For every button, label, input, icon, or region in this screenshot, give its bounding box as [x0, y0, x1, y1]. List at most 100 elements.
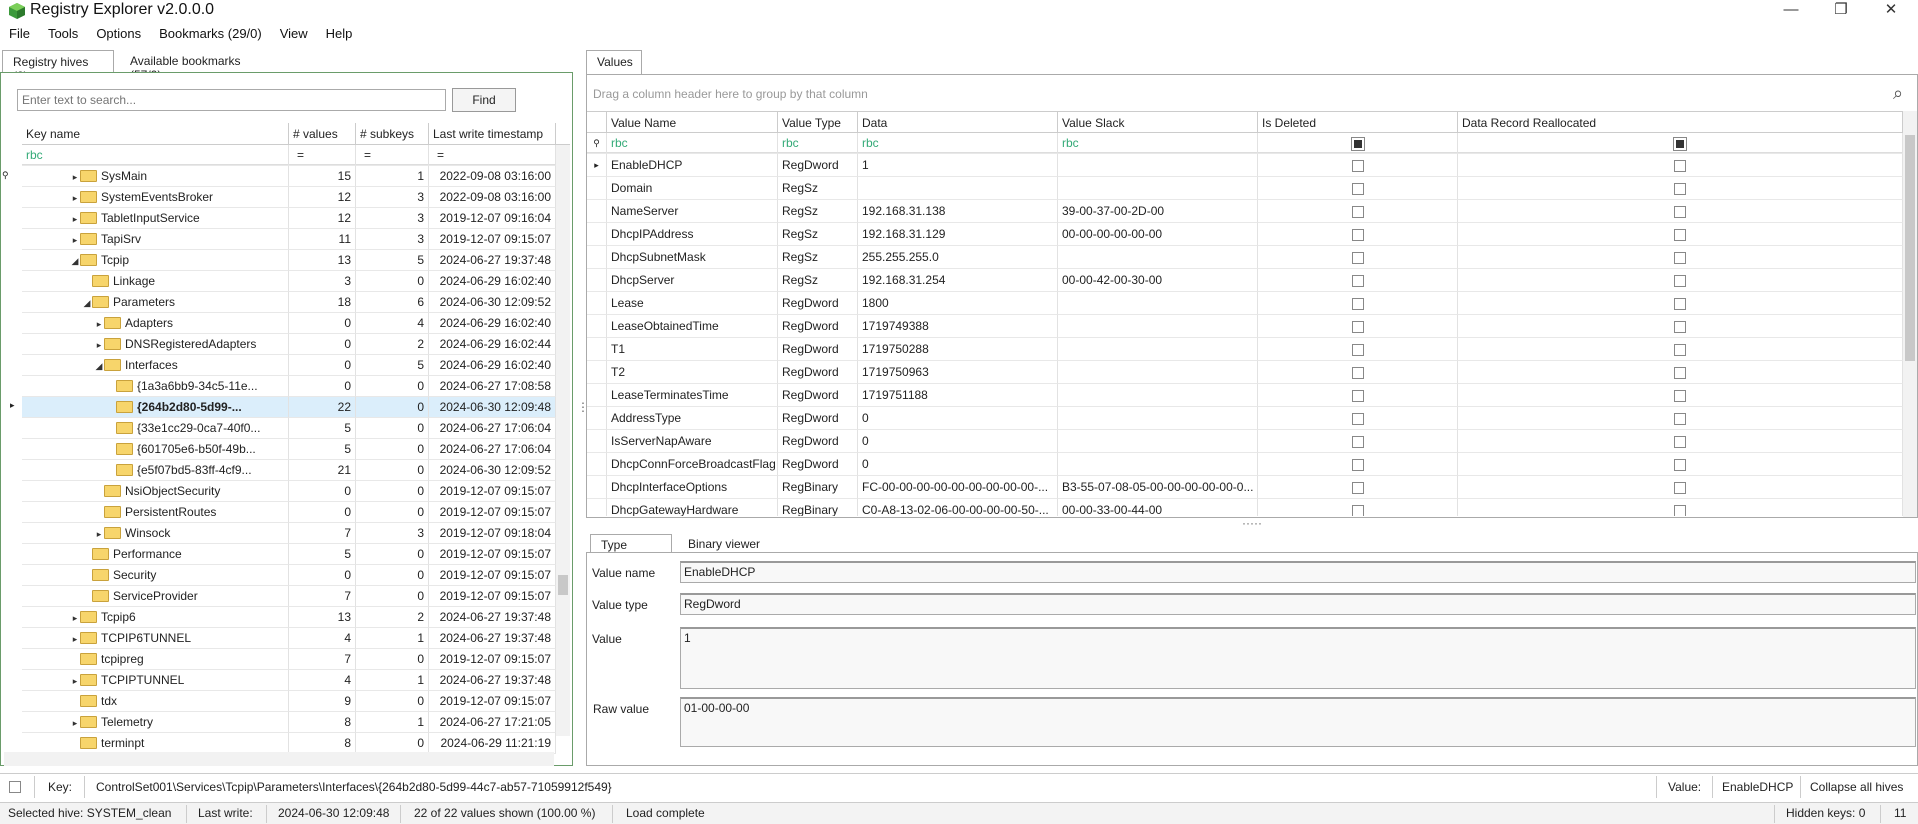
is-deleted-checkbox[interactable] [1351, 366, 1364, 379]
value-slack-cell[interactable] [1058, 384, 1258, 407]
reallocated-cell[interactable] [1458, 292, 1903, 315]
tree-row[interactable]: ServiceProvider 7 0 2019-12-07 09:15:07 [22, 586, 556, 607]
filter-subkeys[interactable]: = [356, 145, 429, 166]
tab-values[interactable]: Values [586, 50, 642, 74]
value-name-cell[interactable]: DhcpInterfaceOptions [607, 476, 778, 499]
value-row[interactable]: DhcpGatewayHardware RegBinary C0-A8-13-02-… [587, 499, 1905, 516]
tree-row[interactable]: ▸ Winsock 7 3 2019-12-07 09:18:04 [22, 523, 556, 544]
value-row[interactable]: AddressType RegDword 0 [587, 407, 1905, 430]
value-field[interactable]: 1 [680, 627, 1916, 689]
value-name-cell[interactable]: EnableDHCP [607, 154, 778, 177]
value-type-cell[interactable]: RegDword [778, 338, 858, 361]
tree-row[interactable]: ▸ SystemEventsBroker 12 3 2022-09-08 03:16:0… [22, 187, 556, 208]
col-values[interactable]: # values [289, 123, 356, 145]
value-slack-cell[interactable] [1058, 361, 1258, 384]
tree-row[interactable]: Linkage 3 0 2024-06-29 16:02:40 [22, 271, 556, 292]
value-data-cell[interactable] [858, 177, 1058, 200]
is-deleted-cell[interactable] [1258, 246, 1458, 269]
filter-values[interactable]: = [289, 145, 356, 166]
value-name-cell[interactable]: DhcpServer [607, 269, 778, 292]
value-row[interactable]: DhcpInterfaceOptions RegBinary FC-00-00-00… [587, 476, 1905, 499]
value-row[interactable]: DhcpConnForceBroadcastFlag RegDword 0 [587, 453, 1905, 476]
value-row[interactable]: Lease RegDword 1800 [587, 292, 1905, 315]
value-row[interactable]: DhcpServer RegSz 192.168.31.254 00-00-42-00… [587, 269, 1905, 292]
expand-icon[interactable]: ▸ [94, 335, 104, 354]
menu-help[interactable]: Help [317, 24, 362, 41]
value-slack-cell[interactable]: 00-00-33-00-44-00 [1058, 499, 1258, 516]
tree-key-name[interactable]: Linkage [22, 271, 289, 292]
value-type-cell[interactable]: RegSz [778, 223, 858, 246]
reallocated-checkbox[interactable] [1674, 228, 1686, 241]
reallocated-cell[interactable] [1458, 430, 1903, 453]
value-data-cell[interactable]: 0 [858, 407, 1058, 430]
value-row[interactable]: IsServerNapAware RegDword 0 [587, 430, 1905, 453]
value-data-cell[interactable]: 0 [858, 453, 1058, 476]
value-row[interactable]: NameServer RegSz 192.168.31.138 39-00-37-00… [587, 200, 1905, 223]
reallocated-cell[interactable] [1458, 453, 1903, 476]
value-name-cell[interactable]: IsServerNapAware [607, 430, 778, 453]
tree-key-name[interactable]: Performance [22, 544, 289, 565]
menu-tools[interactable]: Tools [39, 24, 87, 41]
is-deleted-cell[interactable] [1258, 499, 1458, 516]
tree-row[interactable]: {601705e6-b50f-49b... 5 0 2024-06-27 17:06:… [22, 439, 556, 460]
value-slack-cell[interactable] [1058, 246, 1258, 269]
value-row[interactable]: T2 RegDword 1719750963 [587, 361, 1905, 384]
tree-row[interactable]: ◢ Interfaces 0 5 2024-06-29 16:02:40 [22, 355, 556, 376]
value-data-cell[interactable]: 192.168.31.138 [858, 200, 1058, 223]
value-name-cell[interactable]: T1 [607, 338, 778, 361]
tree-row[interactable]: ◢ Parameters 18 6 2024-06-30 12:09:52 [22, 292, 556, 313]
is-deleted-cell[interactable] [1258, 292, 1458, 315]
value-type-cell[interactable]: RegDword [778, 430, 858, 453]
value-slack-cell[interactable] [1058, 453, 1258, 476]
close-icon[interactable]: ✕ [1868, 0, 1914, 22]
value-row[interactable]: T1 RegDword 1719750288 [587, 338, 1905, 361]
tree-key-name[interactable]: {e5f07bd5-83ff-4cf9... [22, 460, 289, 481]
value-data-cell[interactable]: 255.255.255.0 [858, 246, 1058, 269]
value-name-cell[interactable]: AddressType [607, 407, 778, 430]
reallocated-cell[interactable] [1458, 384, 1903, 407]
tree-key-name[interactable]: ▸ Tcpip6 [22, 607, 289, 628]
value-data-cell[interactable]: 192.168.31.129 [858, 223, 1058, 246]
is-deleted-checkbox[interactable] [1351, 412, 1364, 425]
is-deleted-cell[interactable] [1258, 200, 1458, 223]
is-deleted-checkbox[interactable] [1351, 228, 1364, 241]
tree-row[interactable]: {33e1cc29-0ca7-40f0... 5 0 2024-06-27 17:06… [22, 418, 556, 439]
value-name-cell[interactable]: DhcpSubnetMask [607, 246, 778, 269]
is-deleted-cell[interactable] [1258, 154, 1458, 177]
raw-value-field[interactable]: 01-00-00-00 [680, 697, 1916, 747]
value-name-cell[interactable]: DhcpIPAddress [607, 223, 778, 246]
is-deleted-checkbox[interactable] [1351, 320, 1364, 333]
value-row[interactable]: Domain RegSz [587, 177, 1905, 200]
value-data-cell[interactable]: 1719750963 [858, 361, 1058, 384]
value-data-cell[interactable]: 1719751188 [858, 384, 1058, 407]
tree-row[interactable]: Security 0 0 2019-12-07 09:15:07 [22, 565, 556, 586]
filter-value-type[interactable]: rbc [778, 133, 858, 154]
reallocated-cell[interactable] [1458, 177, 1903, 200]
tree-row[interactable]: {e5f07bd5-83ff-4cf9... 21 0 2024-06-30 12:0… [22, 460, 556, 481]
reallocated-checkbox[interactable] [1674, 343, 1686, 356]
is-deleted-cell[interactable] [1258, 315, 1458, 338]
is-deleted-cell[interactable] [1258, 223, 1458, 246]
value-data-cell[interactable]: 192.168.31.254 [858, 269, 1058, 292]
reallocated-cell[interactable] [1458, 499, 1903, 516]
value-row[interactable]: LeaseObtainedTime RegDword 1719749388 [587, 315, 1905, 338]
tree-key-name[interactable]: ▸ TCPIPTUNNEL [22, 670, 289, 691]
menu-bookmarks[interactable]: Bookmarks (29/0) [150, 24, 271, 41]
col-value-slack[interactable]: Value Slack [1058, 112, 1258, 134]
key-bar-checkbox[interactable] [9, 781, 21, 793]
expand-icon[interactable]: ▸ [70, 608, 80, 627]
value-data-cell[interactable]: FC-00-00-00-00-00-00-00-00-00-... [858, 476, 1058, 499]
filter-data[interactable]: rbc [858, 133, 1058, 154]
col-data-record-reallocated[interactable]: Data Record Reallocated [1458, 112, 1903, 134]
tree-row[interactable]: Performance 5 0 2019-12-07 09:15:07 [22, 544, 556, 565]
value-type-cell[interactable]: RegBinary [778, 476, 858, 499]
tree-key-name[interactable]: ▸ DNSRegisteredAdapters [22, 334, 289, 355]
is-deleted-checkbox[interactable] [1351, 297, 1364, 310]
tree-key-name[interactable]: Security [22, 565, 289, 586]
is-deleted-checkbox[interactable] [1351, 504, 1364, 516]
value-name-cell[interactable]: DhcpGatewayHardware [607, 499, 778, 516]
tree-key-name[interactable]: tcpipreg [22, 649, 289, 670]
filter-key-name[interactable]: rbc [22, 145, 289, 166]
tab-available-bookmarks[interactable]: Available bookmarks (57/0) [120, 50, 280, 82]
filter-is-deleted[interactable] [1258, 133, 1458, 154]
